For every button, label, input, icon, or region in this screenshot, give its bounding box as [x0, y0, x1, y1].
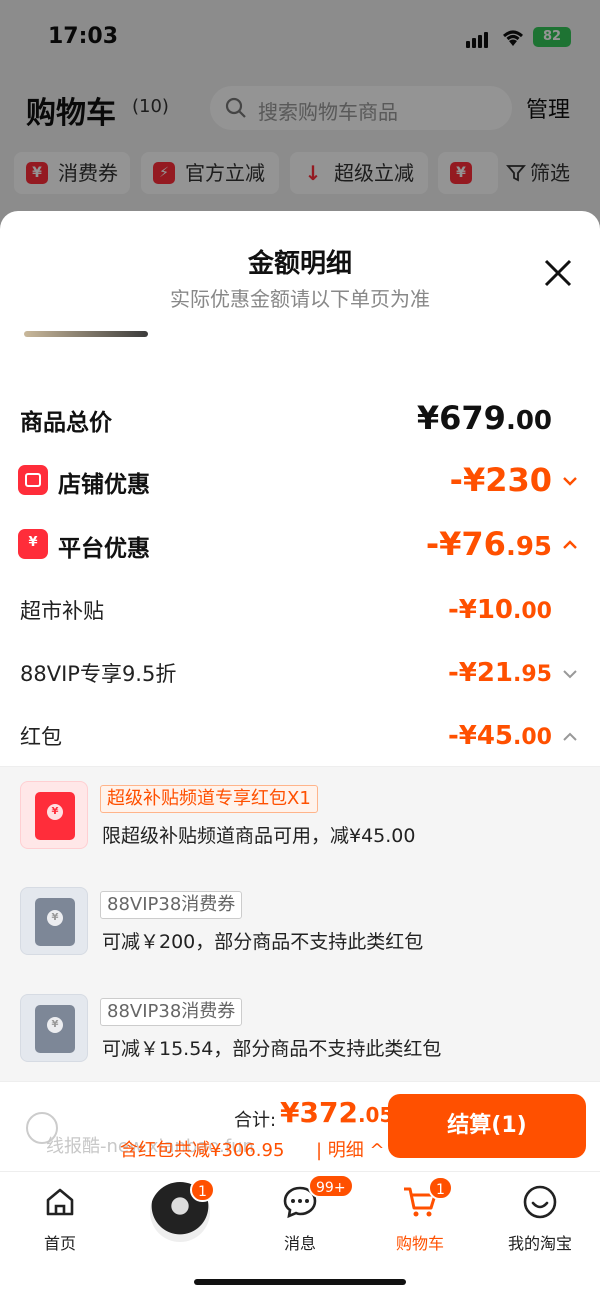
red-packet-item: ¥ 88VIP38消费券 可减￥200，部分商品不支持此类红包 [0, 887, 600, 997]
tab-cart[interactable]: 购物车 [370, 1184, 470, 1254]
tab-label: 我的淘宝 [507, 1234, 572, 1253]
row-shop-discount[interactable]: 店铺优惠 -¥230 [0, 461, 600, 501]
packet-desc: 可减￥15.54，部分商品不支持此类红包 [102, 1038, 442, 1060]
checkout-button[interactable]: 结算(1) [388, 1094, 586, 1158]
row-total-price: 商品总价 ¥679.00 [0, 399, 600, 439]
chevron-up-icon[interactable] [560, 727, 580, 747]
row-red-packet[interactable]: 红包 -¥45.00 [0, 719, 600, 753]
detail-toggle[interactable]: | 明细 ^ [316, 1136, 385, 1162]
chevron-down-icon[interactable] [560, 664, 580, 684]
red-packet-list: ¥ 超级补贴频道专享红包X1 限超级补贴频道商品可用，减¥45.00 ¥ 88V… [0, 766, 600, 1086]
close-icon[interactable] [540, 255, 576, 291]
packet-tag: 超级补贴频道专享红包X1 [100, 785, 318, 813]
packet-desc: 限超级补贴频道商品可用，减¥45.00 [102, 825, 416, 847]
saved-amount: 含红包共减¥306.95 [120, 1140, 285, 1161]
home-icon [46, 1188, 74, 1216]
tab-label: 首页 [43, 1234, 76, 1253]
shop-icon [18, 465, 48, 495]
chevron-up-icon[interactable] [560, 535, 580, 555]
packet-tag: 88VIP38消费券 [100, 998, 243, 1026]
row-amount: -¥45.00 [447, 721, 552, 751]
tab-home[interactable]: 首页 [10, 1184, 110, 1254]
row-88vip-discount[interactable]: 88VIP专享9.5折 -¥21.95 [0, 656, 600, 690]
row-supermarket-subsidy: 超市补贴 -¥10.00 [0, 593, 600, 627]
home-indicator [194, 1279, 406, 1285]
row-label: 商品总价 [20, 410, 112, 436]
tab-label: 购物车 [395, 1234, 444, 1253]
row-label: 店铺优惠 [58, 472, 150, 498]
sheet-subtitle: 实际优惠金额请以下单页为准 [170, 287, 430, 311]
packet-tag: 88VIP38消费券 [100, 891, 243, 919]
row-label: 超市补贴 [20, 599, 104, 623]
row-amount: -¥230 [449, 461, 552, 499]
total-amount: ¥372.05 [280, 1096, 394, 1129]
red-packet-item: ¥ 超级补贴频道专享红包X1 限超级补贴频道商品可用，减¥45.00 [0, 781, 600, 891]
row-label: 88VIP专享9.5折 [20, 662, 177, 686]
notification-badge: 1 [190, 1178, 215, 1202]
row-amount: -¥10.00 [447, 595, 552, 625]
amount-detail-sheet: 金额明细 实际优惠金额请以下单页为准 商品总价 ¥679.00 店铺优惠 -¥2… [0, 211, 600, 1298]
chevron-down-icon[interactable] [560, 471, 580, 491]
sheet-title: 金额明细 [247, 249, 352, 279]
platform-coupon-icon: ¥ [18, 529, 48, 559]
profile-icon [523, 1185, 557, 1219]
envelope-icon: ¥ [20, 887, 88, 955]
product-image-remnant [24, 331, 148, 337]
notification-badge: 1 [428, 1176, 453, 1200]
packet-desc: 可减￥200，部分商品不支持此类红包 [102, 931, 424, 953]
row-platform-discount[interactable]: ¥ 平台优惠 -¥76.95 [0, 525, 600, 565]
row-amount: -¥21.95 [447, 658, 552, 688]
tab-my-taobao[interactable]: 我的淘宝 [490, 1184, 590, 1254]
row-label: 红包 [20, 725, 62, 749]
checkout-bar: 线报酷-new.xianbao.fun 合计: ¥372.05 含红包共减¥30… [0, 1081, 600, 1173]
tab-bar: 首页 1 消息 99+ 购物车 1 我的淘宝 [0, 1171, 600, 1298]
envelope-icon: ¥ [20, 994, 88, 1062]
tab-label: 消息 [283, 1234, 316, 1253]
total-label: 合计: [234, 1110, 277, 1131]
notification-badge: 99+ [308, 1174, 354, 1198]
row-label: 平台优惠 [58, 536, 150, 562]
row-amount: ¥679.00 [416, 399, 552, 437]
row-amount: -¥76.95 [425, 525, 552, 563]
red-envelope-icon: ¥ [20, 781, 88, 849]
